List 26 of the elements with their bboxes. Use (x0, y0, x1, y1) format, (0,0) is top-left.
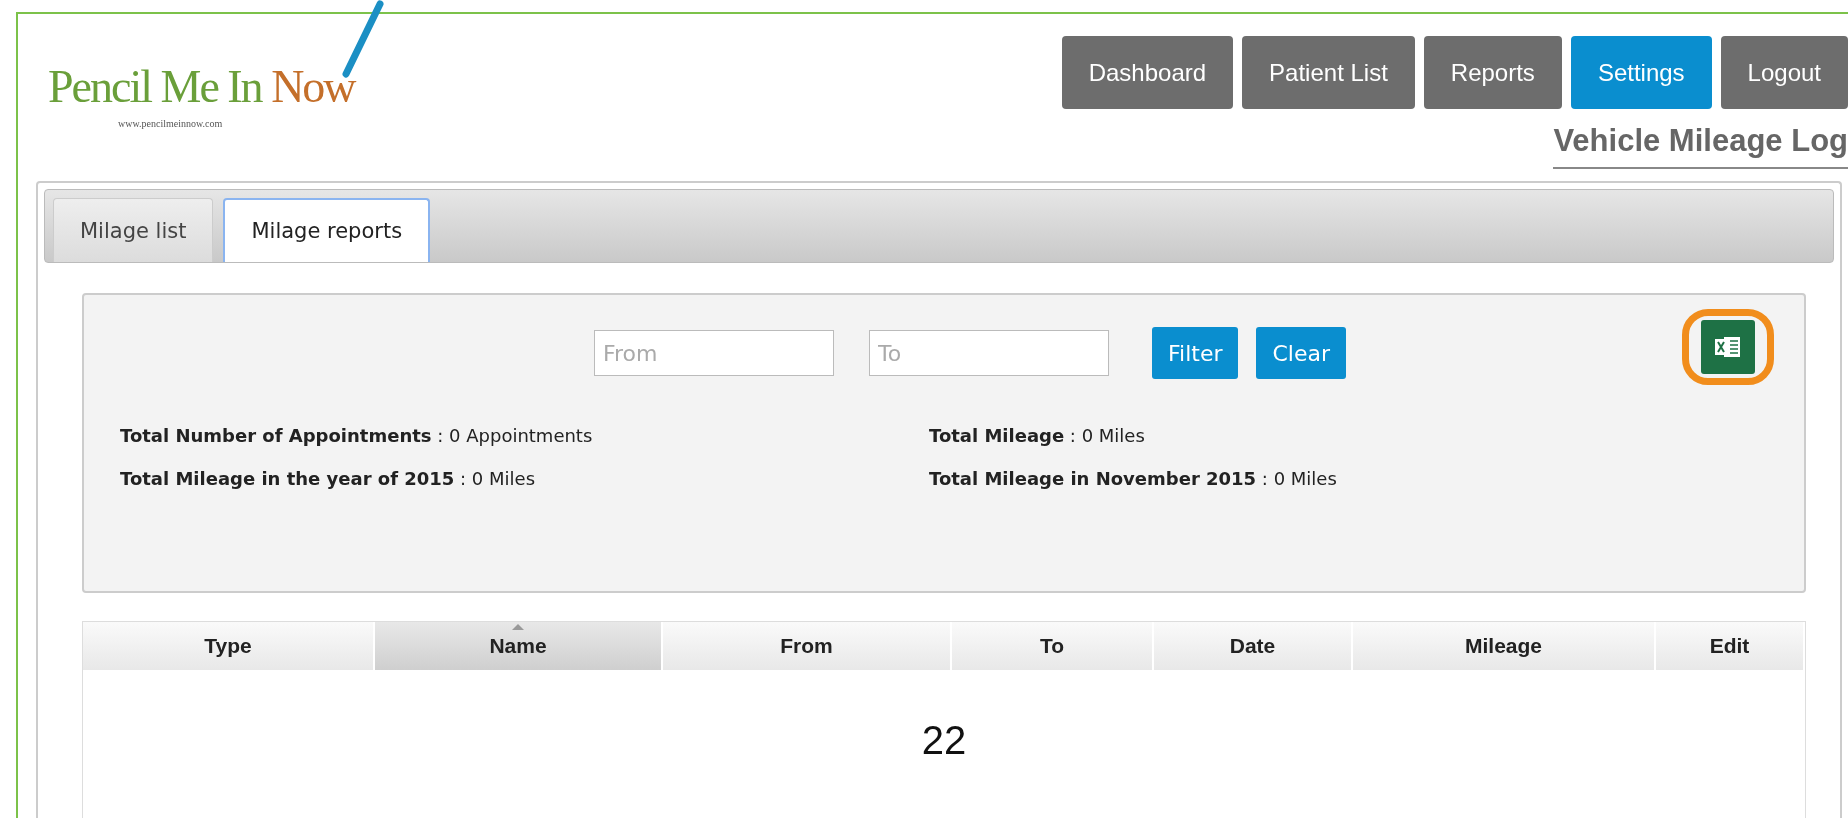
nav-button[interactable]: Patient List (1242, 36, 1415, 109)
nav-button[interactable]: Dashboard (1061, 36, 1234, 109)
summary-stat: Total Mileage : 0 Miles (929, 425, 1146, 446)
date-field[interactable]: To (869, 330, 1109, 376)
column-header[interactable]: Date (1154, 622, 1353, 670)
column-header[interactable]: To (952, 622, 1154, 670)
nav-button[interactable]: Reports (1423, 36, 1562, 109)
column-header[interactable]: Name (375, 622, 663, 670)
page-number: 22 (921, 718, 967, 763)
column-header[interactable]: From (663, 622, 952, 670)
filter-button[interactable]: Filter (1152, 327, 1239, 379)
page-title: Vehicle Mileage Log (1553, 123, 1848, 169)
column-header[interactable]: Mileage (1353, 622, 1656, 670)
nav-button[interactable]: Settings (1570, 36, 1712, 109)
tab[interactable]: Milage list (53, 198, 214, 262)
logo-text: Pencil Me In Now (48, 64, 357, 110)
logo-url: www.pencilmeinnow.com (118, 118, 224, 129)
date-field[interactable]: From (594, 330, 834, 376)
column-header[interactable]: Type (83, 622, 375, 670)
nav-button[interactable]: Logout (1720, 36, 1848, 109)
filter-button[interactable]: Clear (1256, 327, 1347, 379)
summary-stat: Total Mileage in November 2015 : 0 Miles (929, 468, 1338, 489)
tab[interactable]: Milage reports (223, 198, 431, 262)
column-header[interactable]: Edit (1656, 622, 1805, 670)
summary-stat: Total Mileage in the year of 2015 : 0 Miles (120, 468, 537, 489)
summary-stat: Total Number of Appointments : 0 Appointments (120, 425, 594, 446)
